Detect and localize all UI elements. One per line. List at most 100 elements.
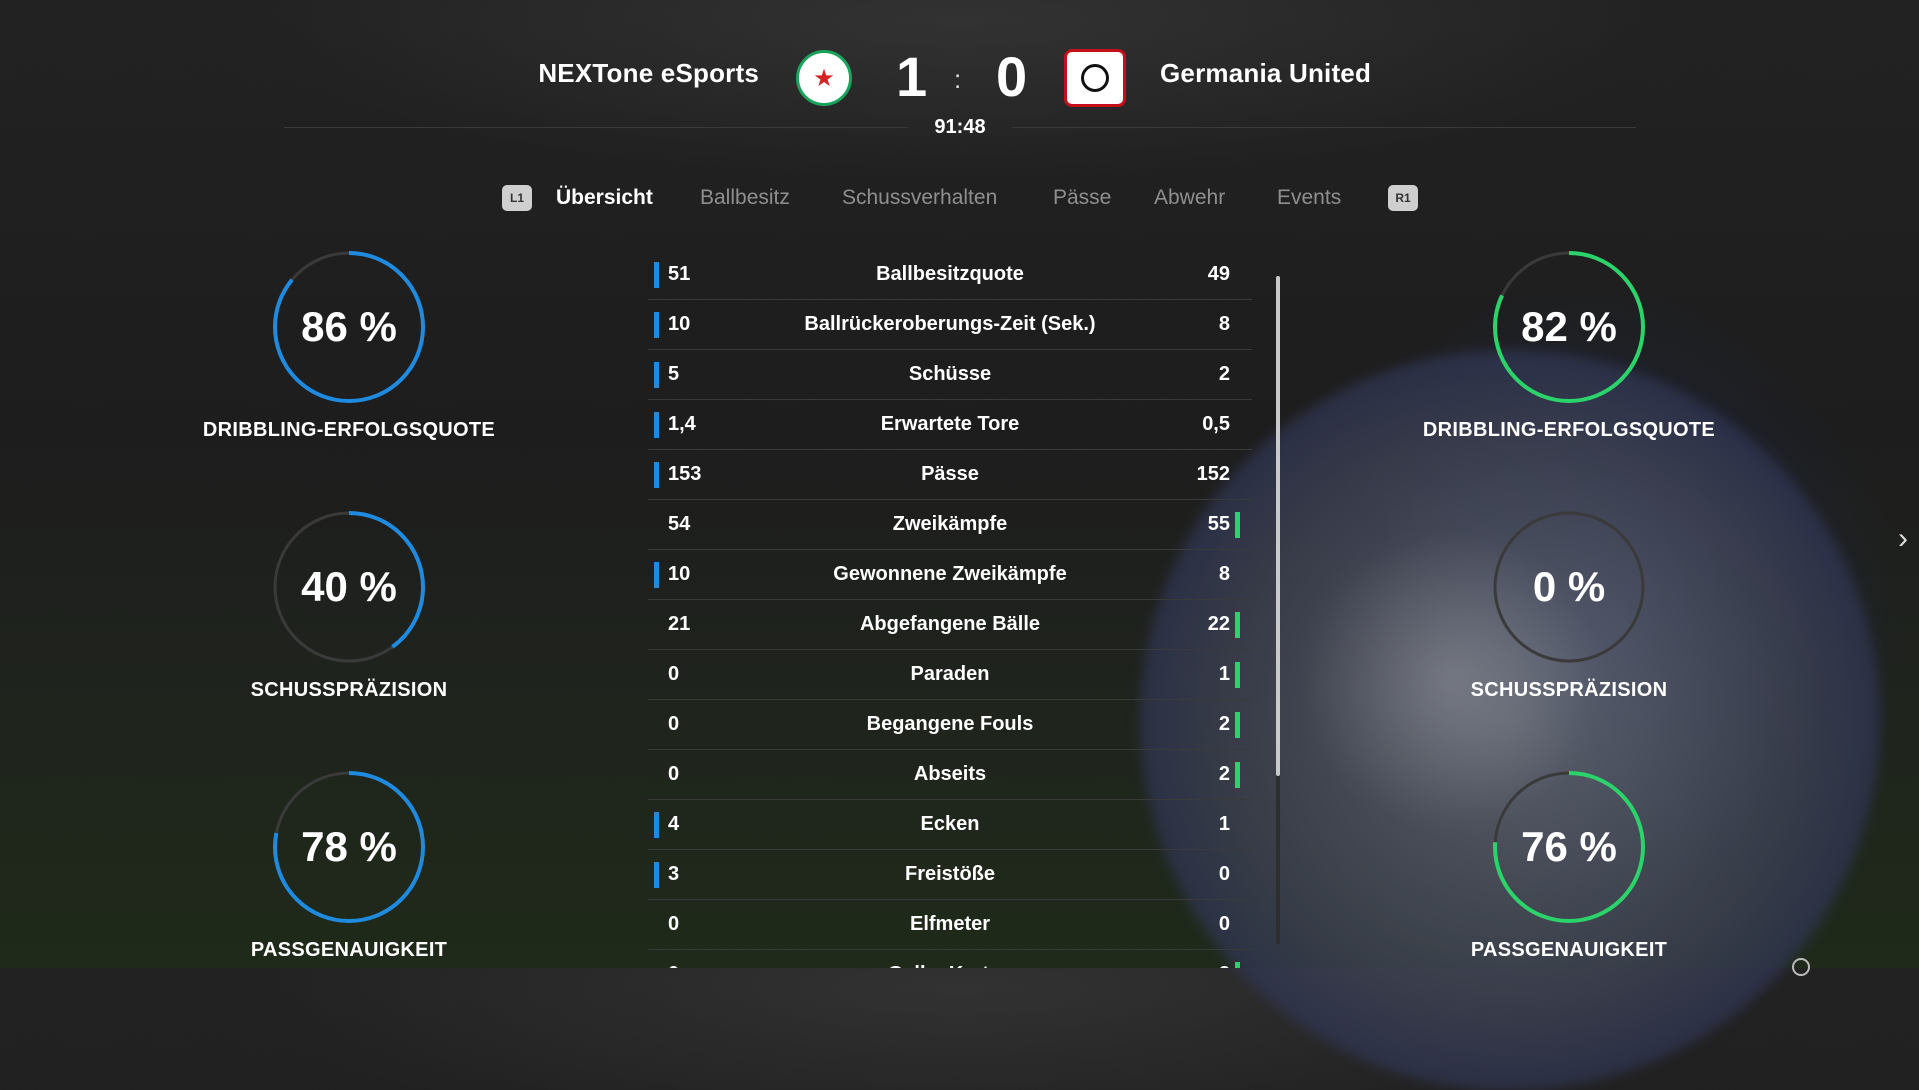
stat-home-value: 0 — [668, 950, 679, 968]
stat-home-value: 4 — [668, 813, 680, 835]
home-dribbling-ring: 86 % — [269, 247, 429, 407]
away-lead-indicator — [1235, 712, 1240, 738]
tab-shooting[interactable]: Schussverhalten — [842, 186, 997, 210]
stat-name: Schüsse — [908, 363, 992, 385]
stat-row: 1,4 Erwartete Tore 0,5 — [648, 400, 1252, 450]
stat-away-value: 1 — [1218, 813, 1230, 835]
away-lead-indicator — [1235, 662, 1240, 688]
stat-name: Ecken — [920, 813, 980, 835]
tab-defense[interactable]: Abwehr — [1154, 186, 1225, 210]
stat-home-value: 0 — [668, 713, 680, 735]
stat-row: 10 Ballrückeroberungs-Zeit (Sek.) 8 — [648, 300, 1252, 350]
stat-away-value: 2 — [1218, 363, 1230, 385]
away-dribbling-label: DRIBBLING-ERFOLGSQUOTE — [1422, 419, 1716, 441]
ring-value: 78 % — [301, 823, 397, 870]
away-dribbling-ring: 82 % — [1489, 247, 1649, 407]
away-lead-indicator — [1235, 762, 1240, 788]
tab-possession[interactable]: Ballbesitz — [700, 186, 790, 210]
home-team-name: NEXTone eSports — [538, 58, 759, 88]
stat-away-value: 0 — [1218, 863, 1230, 885]
stat-row: 0 Gelbe Karten2 — [648, 950, 1252, 968]
stat-row: 54 Zweikämpfe 55 — [648, 500, 1252, 550]
home-lead-indicator — [654, 462, 659, 488]
ring-value: 0 % — [1532, 563, 1606, 610]
stat-row: 0 Paraden 1 — [648, 650, 1252, 700]
match-stats-table[interactable]: 51 Ballbesitzquote 49 10 Ballrückeroberungs-… — [648, 250, 1252, 968]
stat-home-value: 10 — [668, 313, 691, 335]
stat-home-value: 5 — [668, 363, 680, 385]
stat-row: 0 Begangene Fouls 2 — [648, 700, 1252, 750]
home-shot-accuracy-label: SCHUSSPRÄZISION — [250, 679, 448, 701]
tab-overview[interactable]: Übersicht — [556, 186, 653, 210]
stat-name: Begangene Fouls — [866, 713, 1034, 735]
stat-home-value: 0 — [668, 913, 680, 935]
stat-name: Elfmeter — [909, 913, 991, 935]
stat-name: Paraden — [910, 663, 990, 685]
home-score: 1 — [896, 45, 928, 108]
stats-scrollbar-thumb[interactable] — [1276, 276, 1280, 776]
stat-name: Pässe — [921, 463, 979, 485]
home-lead-indicator — [654, 262, 659, 288]
tab-events[interactable]: Events — [1277, 186, 1341, 210]
home-lead-indicator — [654, 862, 659, 888]
ring-value: 86 % — [301, 303, 397, 350]
home-lead-indicator — [654, 812, 659, 838]
l1-button-icon[interactable]: L1 — [502, 185, 532, 211]
stat-name: Gelbe Karten — [708, 950, 1192, 968]
r1-button-icon[interactable]: R1 — [1388, 185, 1418, 211]
stat-row: 21 Abgefangene Bälle 22 — [648, 600, 1252, 650]
stat-name: Freistöße — [904, 863, 996, 885]
stat-name: Abseits — [913, 763, 987, 785]
stat-away-value: 0,5 — [1202, 413, 1230, 435]
circle-indicator-icon — [1792, 958, 1810, 976]
stat-name: Ballbesitzquote — [876, 263, 1024, 285]
stat-home-value: 3 — [668, 863, 680, 885]
away-lead-indicator — [1235, 962, 1240, 968]
away-shot-accuracy-ring: 0 % — [1489, 507, 1649, 667]
ring-value: 40 % — [301, 563, 397, 610]
header-divider-left — [284, 127, 908, 128]
chevron-right-icon[interactable]: › — [1898, 522, 1908, 556]
stat-name: Abgefangene Bälle — [859, 613, 1041, 635]
stat-away-value: 1 — [1218, 663, 1230, 685]
stat-row: 4 Ecken 1 — [648, 800, 1252, 850]
stat-row: 0 Elfmeter 0 — [648, 900, 1252, 950]
stat-home-value: 21 — [668, 613, 691, 635]
home-pass-accuracy-label: PASSGENAUIGKEIT — [250, 939, 448, 961]
stat-away-value: 8 — [1218, 313, 1230, 335]
stat-home-value: 51 — [668, 263, 691, 285]
stat-away-value: 55 — [1207, 513, 1230, 535]
stat-away-value: 49 — [1207, 263, 1230, 285]
away-shot-accuracy-label: SCHUSSPRÄZISION — [1470, 679, 1668, 701]
away-pass-accuracy-ring: 76 % — [1489, 767, 1649, 927]
score-separator: : — [954, 64, 962, 94]
stat-away-value: 8 — [1218, 563, 1230, 585]
away-team-name: Germania United — [1160, 58, 1372, 88]
away-score: 0 — [996, 45, 1028, 108]
stat-row: 51 Ballbesitzquote 49 — [648, 250, 1252, 300]
stat-home-value: 153 — [668, 463, 702, 485]
away-lead-indicator — [1235, 512, 1240, 538]
stat-home-value: 54 — [668, 513, 691, 535]
tab-passes[interactable]: Pässe — [1053, 186, 1111, 210]
home-pass-accuracy-ring: 78 % — [269, 767, 429, 927]
home-lead-indicator — [654, 362, 659, 388]
home-shot-accuracy-ring: 40 % — [269, 507, 429, 667]
stat-away-value: 2 — [1130, 950, 1230, 968]
stat-away-value: 2 — [1218, 763, 1230, 785]
away-team-crest-icon — [1064, 49, 1126, 107]
stat-home-value: 0 — [668, 663, 680, 685]
away-pass-accuracy-label: PASSGENAUIGKEIT — [1470, 939, 1668, 961]
stat-row: 0 Abseits 2 — [648, 750, 1252, 800]
stat-name: Zweikämpfe — [892, 513, 1008, 535]
match-clock: 91:48 — [934, 116, 986, 138]
stat-row: 3 Freistöße 0 — [648, 850, 1252, 900]
stat-name: Ballrückeroberungs-Zeit (Sek.) — [804, 313, 1096, 335]
home-lead-indicator — [654, 312, 659, 338]
stat-away-value: 0 — [1218, 913, 1230, 935]
away-lead-indicator — [1235, 612, 1240, 638]
ring-value: 76 % — [1521, 823, 1617, 870]
stat-home-value: 1,4 — [668, 413, 696, 435]
home-lead-indicator — [654, 562, 659, 588]
stat-row: 10 Gewonnene Zweikämpfe 8 — [648, 550, 1252, 600]
